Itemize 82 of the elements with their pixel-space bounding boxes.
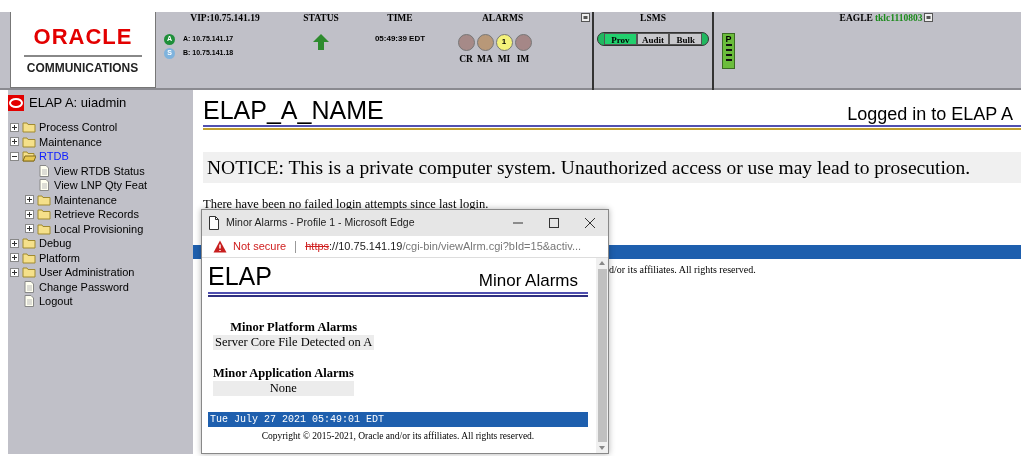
collapse-icon[interactable]	[10, 151, 19, 161]
tree-item[interactable]: Debug	[39, 236, 72, 251]
card-label: P	[725, 33, 732, 44]
folder-icon	[37, 222, 51, 235]
tree-item[interactable]: Local Provisioning	[54, 221, 144, 236]
expand-icon[interactable]	[10, 267, 19, 277]
tree-item[interactable]: Retrieve Records	[54, 207, 139, 222]
lsms-mode-button[interactable]: Bulk	[669, 32, 702, 45]
alarms-label: ALARMS	[482, 12, 524, 24]
popup-page-title: ELAP	[208, 264, 272, 289]
document-icon	[208, 216, 220, 230]
folder-icon	[37, 208, 51, 221]
dropdown-icon[interactable]	[581, 13, 590, 23]
tree-item[interactable]: Change Password	[39, 279, 129, 294]
tree-item[interactable]: Maintenance	[54, 192, 117, 207]
login-status: Logged in to ELAP A	[847, 105, 1013, 123]
time-label: TIME	[386, 12, 414, 24]
lsms-mode-button[interactable]: Prov	[604, 32, 637, 45]
dropdown-icon[interactable]	[924, 13, 934, 23]
close-icon[interactable]	[584, 217, 596, 229]
tree-item[interactable]: View LNP Qty Feat	[54, 178, 148, 193]
copyright-text: d/or its affiliates. All rights reserved.	[609, 263, 757, 277]
copyright-text: Copyright © 2015-2021, Oracle and/or its affiliates. All rights reserved.	[260, 430, 536, 443]
alarm-row: Server Core File Detected on A	[213, 335, 375, 350]
folder-icon	[22, 251, 36, 264]
alarm-indicator[interactable]: 1	[495, 33, 513, 51]
tree-item[interactable]: Logout	[39, 294, 73, 309]
folder-icon	[22, 237, 36, 250]
folder-icon	[22, 135, 36, 148]
warning-icon	[213, 240, 227, 253]
tree-item[interactable]: RTDB	[39, 149, 69, 164]
address-bar[interactable]: Not secure https://10.75.141.19/cgi-bin/viewAlrm.cgi?bId=15&activ...	[202, 236, 608, 258]
popup-page-subtitle: Minor Alarms	[478, 272, 578, 289]
page-icon	[37, 164, 51, 177]
folder-icon	[22, 121, 36, 134]
section-heading: Minor Platform Alarms	[230, 320, 358, 335]
alarm-label: MI	[497, 52, 511, 66]
window-title: Minor Alarms - Profile 1 - Microsoft Edge	[226, 215, 415, 231]
page-icon	[37, 179, 51, 192]
tree-item[interactable]: Maintenance	[39, 134, 102, 149]
security-label: Not secure	[233, 239, 287, 255]
status-label: STATUS	[302, 12, 340, 24]
expand-icon[interactable]	[25, 209, 34, 219]
card-module[interactable]: P	[722, 32, 735, 69]
tree-item[interactable]: View RTDB Status	[54, 163, 145, 178]
alarm-row: None	[213, 381, 354, 396]
expand-icon[interactable]	[25, 195, 34, 205]
section-heading: Minor Application Alarms	[213, 366, 354, 381]
alarm-label: IM	[516, 52, 530, 66]
open-folder-icon	[22, 150, 36, 163]
eagle-host: tklc1110803	[874, 12, 923, 24]
alarm-label: MA	[477, 52, 493, 66]
page-icon	[22, 280, 36, 293]
eagle-label: EAGLE	[839, 12, 873, 24]
user-label: ELAP A: uiadmin	[29, 94, 127, 113]
clock-time: 05:49:39 EDT	[373, 32, 427, 45]
alarm-label: CR	[459, 52, 473, 66]
oracle-logo-icon	[8, 95, 24, 111]
expand-icon[interactable]	[10, 137, 19, 147]
expand-icon[interactable]	[10, 238, 19, 248]
lsms-label: LSMS	[639, 12, 667, 24]
page-icon	[22, 295, 36, 308]
timestamp-bar: Tue July 27 2021 05:49:01 EDT	[208, 412, 588, 427]
tree-item[interactable]: Process Control	[39, 120, 118, 135]
page-title: ELAP_A_NAME	[203, 98, 384, 123]
tree-item[interactable]: Platform	[39, 250, 80, 265]
notice-banner: NOTICE: This is a private computer system. Unauthorized access or use may lead to prosecution.	[203, 152, 1021, 184]
vip-label: VIP:10.75.141.19	[189, 12, 261, 24]
expand-icon[interactable]	[25, 224, 34, 234]
maximize-icon[interactable]	[548, 217, 560, 229]
folder-icon	[22, 266, 36, 279]
logo-brand: ORACLE	[33, 25, 133, 48]
tree-item[interactable]: User Administration	[39, 265, 135, 280]
expand-icon[interactable]	[10, 122, 19, 132]
scrollbar[interactable]	[596, 258, 608, 453]
slot-bars-icon	[725, 43, 732, 61]
expand-icon[interactable]	[10, 253, 19, 263]
folder-icon	[37, 193, 51, 206]
scroll-down-icon[interactable]	[598, 445, 606, 451]
url-text: https://10.75.141.19/cgi-bin/viewAlrm.cgi?bId=15&activ...	[305, 239, 582, 255]
logo-division: COMMUNICATIONS	[27, 60, 139, 74]
lsms-mode-button[interactable]: Audit	[636, 32, 670, 45]
